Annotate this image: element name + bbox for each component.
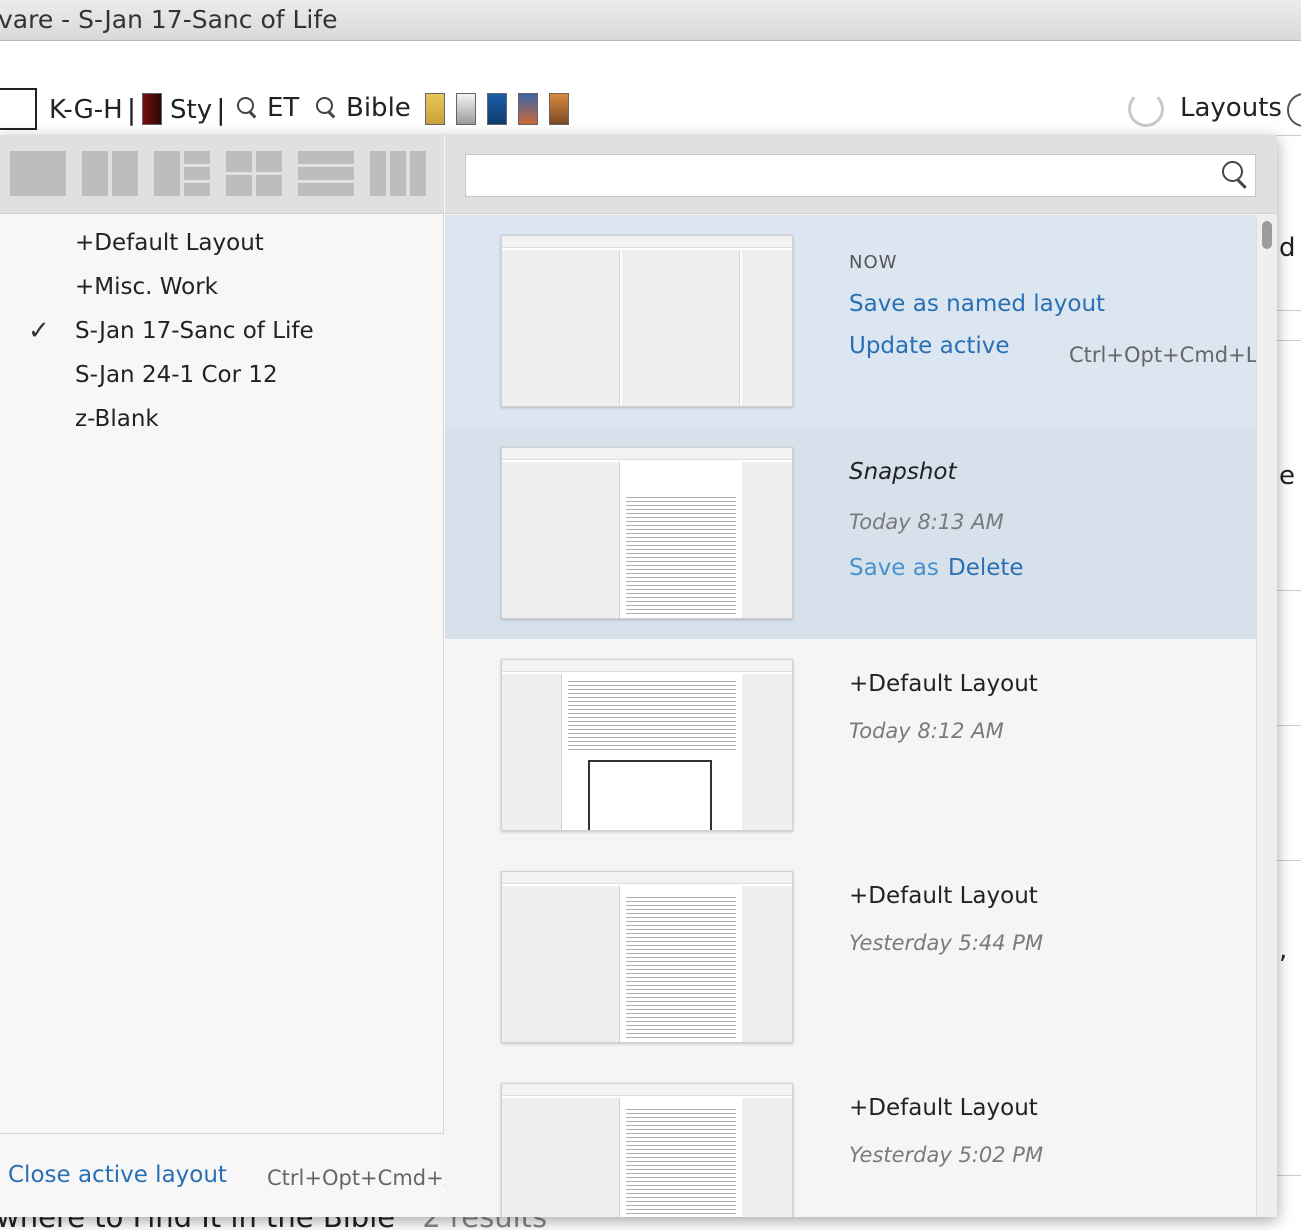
layout-item-default[interactable]: +Default Layout [0, 223, 444, 267]
close-layout-shortcut: Ctrl+Opt+Cmd+X [267, 1166, 459, 1190]
toolbar-item-sty[interactable]: Sty | [170, 93, 226, 126]
background-fragment: , [1279, 935, 1288, 965]
toolbar-separator: | [216, 93, 226, 126]
history-entry[interactable]: +Default Layout Yesterday 5:02 PM [445, 1063, 1256, 1217]
history-entry-time: Yesterday 5:44 PM [849, 931, 1044, 955]
checkmark-icon: ✓ [28, 316, 50, 346]
layout-thumbnail[interactable] [501, 235, 793, 407]
toolbar-input-box[interactable] [0, 88, 37, 130]
layout-item-label: S-Jan 24-1 Cor 12 [75, 362, 278, 388]
now-label: NOW [849, 252, 898, 273]
book-cover-icon[interactable] [456, 93, 476, 125]
toolbar-item-et-label: ET [267, 93, 300, 123]
tile-rows-icon[interactable] [298, 151, 354, 196]
scrollbar-thumb[interactable] [1262, 221, 1272, 249]
layout-item-label: +Default Layout [75, 230, 264, 256]
layouts-menu-button[interactable]: Layouts [1180, 93, 1282, 123]
history-scrollbar[interactable] [1256, 215, 1277, 1217]
layout-item-sanc-of-life[interactable]: ✓ S-Jan 17-Sanc of Life [0, 311, 444, 355]
layout-thumbnail[interactable] [501, 447, 793, 619]
history-entry-time: Yesterday 5:02 PM [849, 1143, 1044, 1167]
background-fragment: e [1279, 461, 1295, 491]
layouts-history-pane: NOW Save as named layout Update active C… [445, 135, 1277, 1217]
toolbar-item-sty-label: Sty [170, 94, 213, 125]
search-icon[interactable] [1222, 161, 1250, 189]
tile-grid-icon[interactable] [226, 151, 282, 196]
snapshot-entry: Snapshot Today 8:13 AM Save as Delete [445, 427, 1256, 639]
toolbar-separator: | [126, 93, 137, 126]
layouts-search-input[interactable] [465, 154, 1256, 197]
window-title-bar: vare - S-Jan 17-Sanc of Life [0, 0, 1301, 41]
book-cover-icon[interactable] [518, 93, 538, 125]
toolbar-item-kgh[interactable]: K-G-H | [49, 93, 136, 126]
history-entry[interactable]: +Default Layout Yesterday 5:44 PM [445, 851, 1256, 1063]
tile-two-column-icon[interactable] [82, 151, 138, 196]
sync-icon[interactable] [1128, 91, 1164, 127]
update-active-shortcut: Ctrl+Opt+Cmd+L [1069, 343, 1258, 367]
book-cover-icon[interactable] [487, 93, 507, 125]
tile-three-pane-icon[interactable] [154, 151, 210, 196]
layout-history-list: NOW Save as named layout Update active C… [445, 215, 1258, 1217]
history-entry-time: Today 8:12 AM [849, 719, 1004, 743]
layouts-left-pane: +Default Layout +Misc. Work ✓ S-Jan 17-S… [0, 135, 458, 1217]
layout-thumbnail[interactable] [501, 1083, 793, 1217]
search-icon [316, 97, 338, 119]
book-cover-icon[interactable] [425, 93, 445, 125]
tile-layout-bar [0, 135, 444, 214]
layout-item-misc-work[interactable]: +Misc. Work [0, 267, 444, 311]
toolbar-item-kgh-label: K-G-H [49, 94, 123, 125]
layout-thumbnail[interactable] [501, 871, 793, 1043]
book-cover-icon[interactable] [549, 93, 569, 125]
saved-layouts-list: +Default Layout +Misc. Work ✓ S-Jan 17-S… [0, 223, 444, 443]
snapshot-time: Today 8:13 AM [849, 510, 1004, 534]
layout-item-label: S-Jan 17-Sanc of Life [75, 318, 314, 344]
background-fragment: d [1279, 233, 1296, 263]
layouts-search-bar [445, 135, 1277, 214]
search-icon [237, 97, 259, 119]
save-as-named-layout-link[interactable]: Save as named layout [849, 291, 1105, 317]
snapshot-save-as-link[interactable]: Save as [849, 555, 939, 581]
history-entry[interactable]: +Default Layout Today 8:12 AM [445, 639, 1256, 851]
layout-item-label: +Misc. Work [75, 274, 218, 300]
history-entry-title: +Default Layout [849, 1095, 1038, 1121]
toolbar-item-bible-label: Bible [346, 93, 411, 123]
layout-thumbnail[interactable] [501, 659, 793, 831]
layout-item-z-blank[interactable]: z-Blank [0, 399, 444, 443]
book-cover-icon[interactable] [142, 93, 162, 125]
toolbar: K-G-H | Sty | ET Bible [0, 41, 1301, 135]
tile-single-icon[interactable] [10, 151, 66, 196]
snapshot-title: Snapshot [849, 459, 957, 485]
current-layout-entry: NOW Save as named layout Update active C… [445, 215, 1258, 427]
window-title: vare - S-Jan 17-Sanc of Life [0, 5, 338, 34]
layouts-left-footer: Close active layout Ctrl+Opt+Cmd+X [0, 1133, 458, 1217]
toolbar-item-et[interactable]: ET [237, 93, 299, 123]
layouts-popup: +Default Layout +Misc. Work ✓ S-Jan 17-S… [0, 135, 1277, 1217]
layout-item-label: z-Blank [75, 406, 159, 432]
history-entry-title: +Default Layout [849, 883, 1038, 909]
tile-three-column-icon[interactable] [370, 151, 426, 196]
layout-item-1-cor-12[interactable]: S-Jan 24-1 Cor 12 [0, 355, 444, 399]
history-entry-title: +Default Layout [849, 671, 1038, 697]
snapshot-delete-link[interactable]: Delete [948, 555, 1024, 581]
toolbar-item-bible[interactable]: Bible [316, 93, 411, 123]
background-panel: d e , [1277, 135, 1301, 1230]
close-active-layout-link[interactable]: Close active layout [8, 1162, 227, 1188]
update-active-link[interactable]: Update active [849, 333, 1010, 359]
